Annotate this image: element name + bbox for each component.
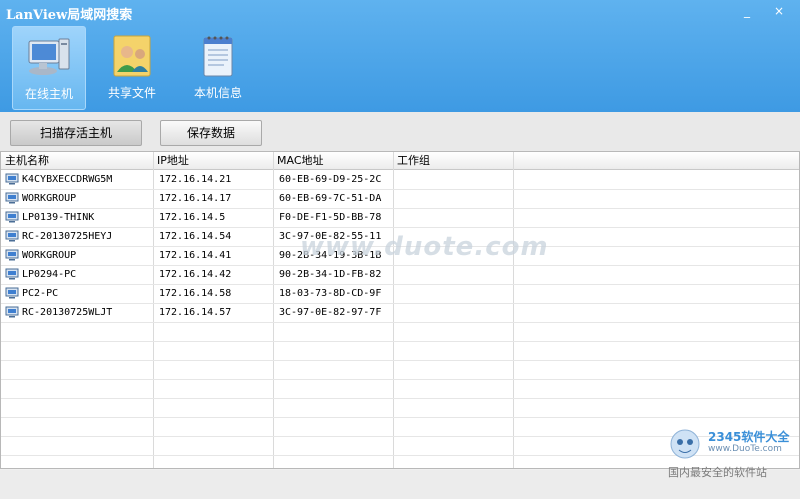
column-header-workgroup[interactable]: 工作组 — [393, 152, 515, 169]
column-header-hostname[interactable]: 主机名称 — [1, 152, 155, 169]
cell-hostname: K4CYBXECCDRWG5M — [1, 170, 155, 189]
users-share-icon — [113, 35, 151, 77]
cell-mac: 60-EB-69-7C-51-DA — [279, 193, 382, 204]
cell-ip: 172.16.14.21 — [159, 174, 232, 185]
cell-hostname: WORKGROUP — [1, 246, 155, 265]
cell-ip: 172.16.14.54 — [159, 231, 232, 242]
cell-hostname: LP0294-PC — [1, 265, 155, 284]
watermark-text: www.duote.com — [300, 232, 549, 262]
table-row — [1, 360, 799, 380]
cell-ip: 172.16.14.58 — [159, 288, 232, 299]
cell-ip: 172.16.14.41 — [159, 250, 232, 261]
tool-label: 共享文件 — [107, 86, 156, 100]
minimize-button[interactable]: _ — [736, 3, 758, 19]
watermark-brand: 2345软件大全 — [708, 430, 790, 444]
hostname-text: K4CYBXECCDRWG5M — [22, 174, 113, 185]
cell-workgroup — [393, 170, 517, 189]
cell-workgroup — [393, 189, 517, 208]
cell-hostname: RC-20130725HEYJ — [1, 227, 155, 246]
hostname-text: RC-20130725WLJT — [22, 307, 113, 318]
table-row[interactable]: PC2-PC 172.16.14.58 18-03-73-8D-CD-9F — [1, 284, 799, 304]
table-row — [1, 341, 799, 361]
tool-online-hosts[interactable]: 在线主机 — [12, 26, 86, 110]
computer-icon — [5, 306, 19, 318]
scan-hosts-button[interactable]: 扫描存活主机 — [10, 120, 142, 146]
cell-ip: 172.16.14.42 — [159, 269, 232, 280]
tool-shared-files[interactable]: 共享文件 — [96, 26, 168, 108]
cell-mac: 18-03-73-8D-CD-9F — [279, 288, 382, 299]
table-row — [1, 379, 799, 399]
cell-workgroup — [393, 303, 517, 322]
table-header: 主机名称 IP地址 MAC地址 工作组 — [1, 152, 799, 170]
watermark-url: www.DuoTe.com — [708, 444, 782, 454]
cell-hostname: PC2-PC — [1, 284, 155, 303]
computer-icon — [5, 192, 19, 204]
tool-label: 在线主机 — [24, 87, 73, 101]
hostname-text: PC2-PC — [22, 288, 59, 299]
title-bar: LanView局域网搜索 _ × 在线主机 共享文件 本机信息 — [0, 0, 800, 112]
command-bar: 扫描存活主机 保存数据 — [0, 112, 800, 153]
computer-icon — [5, 230, 19, 242]
column-header-mac[interactable]: MAC地址 — [273, 152, 395, 169]
hostname-text: LP0294-PC — [22, 269, 77, 280]
cell-workgroup — [393, 265, 517, 284]
watermark-logo: 2345软件大全 www.DuoTe.com 国内最安全的软件站 — [660, 420, 800, 480]
hostname-text: LP0139-THINK — [22, 212, 95, 223]
cell-hostname: LP0139-THINK — [1, 208, 155, 227]
hostname-text: RC-20130725HEYJ — [22, 231, 113, 242]
close-button[interactable]: × — [768, 3, 790, 19]
cell-workgroup — [393, 208, 517, 227]
cell-hostname: RC-20130725WLJT — [1, 303, 155, 322]
watermark-slogan: 国内最安全的软件站 — [668, 466, 767, 479]
tool-label: 本机信息 — [193, 86, 242, 100]
hostname-text: WORKGROUP — [22, 250, 77, 261]
computer-icon — [28, 38, 70, 75]
computer-icon — [5, 211, 19, 223]
cell-mac: 3C-97-0E-82-97-7F — [279, 307, 382, 318]
cell-mac: 90-2B-34-1D-FB-82 — [279, 269, 382, 280]
notepad-icon — [203, 36, 233, 77]
cell-mac: 60-EB-69-D9-25-2C — [279, 174, 382, 185]
window-title: LanView局域网搜索 — [6, 8, 133, 23]
hostname-text: WORKGROUP — [22, 193, 77, 204]
computer-icon — [5, 287, 19, 299]
mascot-icon — [670, 429, 700, 459]
column-header-ip[interactable]: IP地址 — [153, 152, 275, 169]
cell-workgroup — [393, 284, 517, 303]
table-row — [1, 398, 799, 418]
table-row[interactable]: WORKGROUP 172.16.14.17 60-EB-69-7C-51-DA — [1, 189, 799, 209]
table-row[interactable]: K4CYBXECCDRWG5M 172.16.14.21 60-EB-69-D9-2… — [1, 170, 799, 190]
table-row[interactable]: LP0139-THINK 172.16.14.5 F0-DE-F1-5D-BB-78 — [1, 208, 799, 228]
table-row[interactable]: RC-20130725WLJT 172.16.14.57 3C-97-0E-82-9… — [1, 303, 799, 323]
computer-icon — [5, 173, 19, 185]
computer-icon — [5, 268, 19, 280]
tool-local-info[interactable]: 本机信息 — [182, 26, 254, 108]
cell-hostname: WORKGROUP — [1, 189, 155, 208]
app-window: LanView局域网搜索 _ × 在线主机 共享文件 本机信息 扫描存活主机 保… — [0, 0, 800, 499]
table-row[interactable]: LP0294-PC 172.16.14.42 90-2B-34-1D-FB-82 — [1, 265, 799, 285]
cell-mac: F0-DE-F1-5D-BB-78 — [279, 212, 382, 223]
table-row — [1, 322, 799, 342]
save-data-button[interactable]: 保存数据 — [160, 120, 262, 146]
cell-ip: 172.16.14.17 — [159, 193, 232, 204]
cell-ip: 172.16.14.57 — [159, 307, 232, 318]
cell-ip: 172.16.14.5 — [159, 212, 226, 223]
computer-icon — [5, 249, 19, 261]
